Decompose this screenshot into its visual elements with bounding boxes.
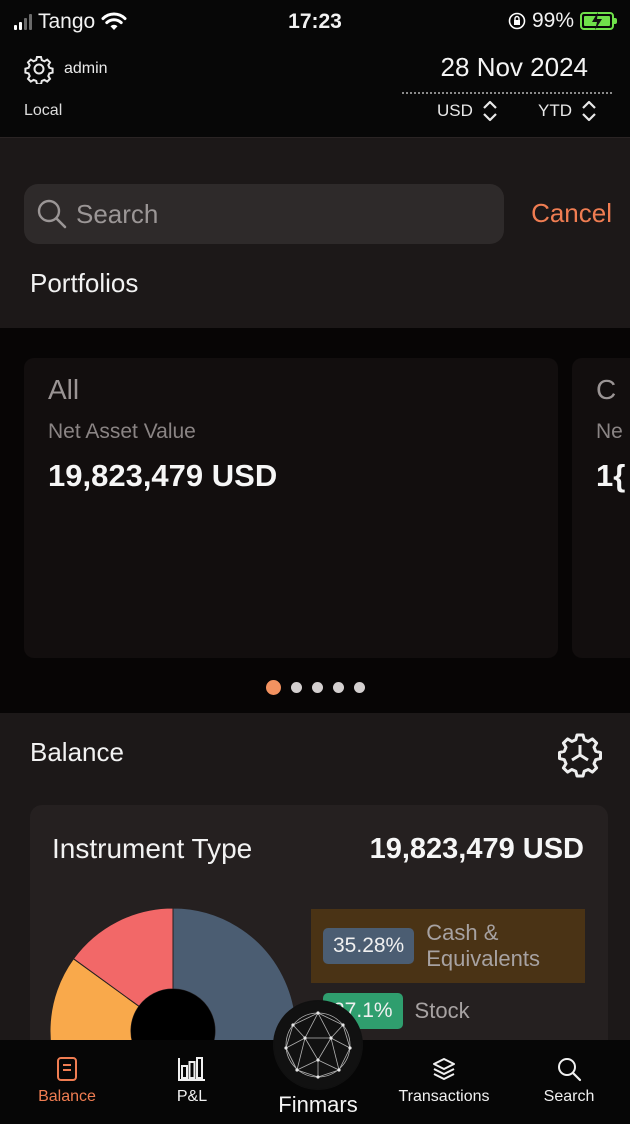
tab-bar: Balance P&L Finmars Transactions Search (0, 1000, 630, 1124)
period-value: YTD (538, 101, 572, 120)
status-right: 99% (508, 9, 617, 33)
portfolio-carousel[interactable]: All Net Asset Value 19,823,479 USD C Ne … (0, 328, 630, 713)
gear-icon[interactable] (24, 54, 54, 84)
page-dot[interactable] (353, 682, 365, 693)
globe-icon (273, 1000, 363, 1090)
legend-label-line: Cash & (426, 920, 499, 945)
tab-transactions[interactable]: Transactions (389, 1056, 499, 1106)
currency-selector[interactable]: USD (437, 100, 499, 122)
balance-title: Balance (30, 737, 124, 767)
portfolio-value: 1{ (596, 458, 626, 493)
portfolio-card[interactable]: C Ne 1{ (572, 358, 630, 658)
portfolio-name: All (48, 374, 80, 405)
legend-percent: 35.28% (323, 928, 415, 964)
period-selector[interactable]: YTD (538, 100, 598, 122)
portfolio-name: C (596, 374, 617, 405)
tab-label: P&L (176, 1088, 208, 1105)
chevron-updown-icon (582, 100, 596, 122)
portfolios-title: Portfolios (30, 268, 139, 298)
metric-label: Net Asset Value (48, 420, 196, 443)
bar-chart-icon (178, 1057, 205, 1081)
tab-label: Transactions (398, 1088, 490, 1105)
page-dot[interactable] (311, 682, 323, 693)
screen: Tango 17:23 99% admin Local 28 Nov 2024 … (0, 0, 630, 1124)
search-bar[interactable] (24, 184, 504, 244)
page-indicator[interactable] (0, 680, 630, 695)
date-divider (402, 92, 612, 94)
app-header: admin Local 28 Nov 2024 USD YTD (0, 46, 630, 138)
report-date[interactable]: 28 Nov 2024 (441, 52, 588, 83)
legend-label-line: Equivalents (426, 946, 540, 971)
gear-icon[interactable] (556, 731, 604, 779)
search-input[interactable] (76, 198, 476, 230)
chevron-updown-icon (483, 100, 497, 122)
battery-percent: 99% (531, 9, 574, 32)
orientation-lock-icon (508, 12, 526, 30)
balance-section: Balance Instrument Type 19,823,479 USD 3… (0, 713, 630, 1105)
search-icon (37, 199, 67, 229)
document-icon (57, 1057, 77, 1081)
page-dot[interactable] (290, 682, 302, 693)
legend-label: Stock (414, 998, 470, 1023)
user-settings[interactable]: admin (24, 54, 108, 84)
metric-label: Ne (596, 420, 623, 443)
tab-label: Finmars (278, 1092, 358, 1117)
tab-balance[interactable]: Balance (12, 1056, 122, 1106)
portfolio-card[interactable]: All Net Asset Value 19,823,479 USD (24, 358, 558, 658)
search-section: Cancel Portfolios (0, 138, 630, 328)
portfolio-value: 19,823,479 USD (48, 458, 278, 493)
currency-value: USD (437, 101, 473, 120)
status-bar: Tango 17:23 99% (0, 0, 630, 46)
tab-pnl[interactable]: P&L (137, 1056, 247, 1106)
balance-total: 19,823,479 USD (369, 833, 584, 865)
page-dot[interactable] (265, 680, 281, 695)
tab-search[interactable]: Search (514, 1056, 624, 1106)
location-label: Local (24, 102, 63, 119)
page-dot[interactable] (332, 682, 344, 693)
legend-item-cash[interactable]: 35.28% Cash & Equivalents (311, 909, 585, 983)
cancel-button[interactable]: Cancel (531, 198, 612, 229)
tab-label: Balance (38, 1088, 96, 1105)
tab-label: Search (543, 1088, 595, 1105)
user-name: admin (64, 60, 108, 77)
layers-icon (433, 1058, 455, 1080)
search-icon (558, 1058, 582, 1082)
group-label: Instrument Type (52, 833, 253, 864)
battery-icon (580, 12, 617, 30)
legend-label: Cash & Equivalents (426, 920, 540, 972)
